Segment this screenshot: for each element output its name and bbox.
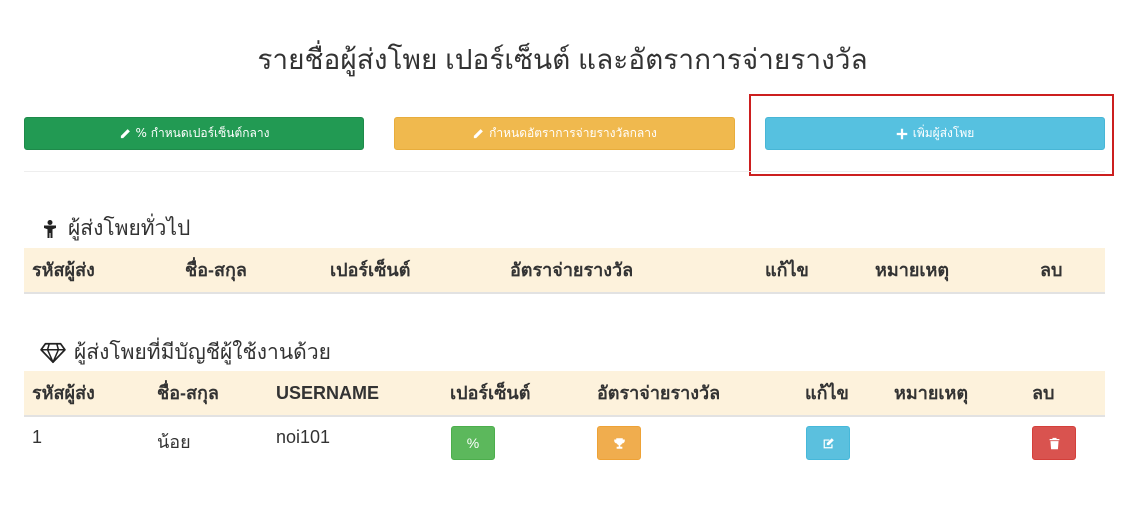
set-central-payout-rate-button[interactable]: กำหนดอัตราการจ่ายรางวัลกลาง xyxy=(394,117,735,150)
trash-icon xyxy=(1049,437,1059,449)
edit-icon xyxy=(823,437,834,448)
section-title-account-label: ผู้ส่งโพยที่มีบัญชีผู้ใช้งานด้วย xyxy=(74,341,331,364)
row-payout-rate-button[interactable] xyxy=(597,426,641,460)
cell-sender-id: 1 xyxy=(32,427,43,447)
row-percent-button[interactable]: % xyxy=(451,426,495,460)
column-header-full-name: ชื่อ-สกุล xyxy=(185,260,247,280)
person-icon xyxy=(44,219,56,238)
row-percent-label: % xyxy=(466,435,480,451)
column-header-sender-id: รหัสผู้ส่ง xyxy=(32,260,95,280)
row-delete-button[interactable] xyxy=(1032,426,1076,460)
row-edit-button[interactable] xyxy=(806,426,850,460)
column-header-note: หมายเหตุ xyxy=(875,260,950,280)
plus-icon xyxy=(896,128,907,139)
column-header-username: USERNAME xyxy=(276,383,380,403)
divider xyxy=(24,171,1105,172)
set-central-percent-button[interactable]: % กำหนดเปอร์เซ็นต์กลาง xyxy=(24,117,364,150)
table-header-account: รหัสผู้ส่ง ชื่อ-สกุล USERNAME เปอร์เซ็นต… xyxy=(24,371,1105,417)
table-row: 1 น้อย noi101 % xyxy=(24,417,1105,469)
column-header-delete: ลบ xyxy=(1032,383,1055,403)
add-sender-button[interactable]: เพิ่มผู้ส่งโพย xyxy=(765,117,1105,150)
diamond-icon xyxy=(40,342,66,363)
pencil-icon xyxy=(120,128,130,138)
column-header-edit: แก้ไข xyxy=(805,383,849,403)
trophy-icon xyxy=(613,437,625,449)
add-sender-label: เพิ่มผู้ส่งโพย xyxy=(912,126,975,140)
column-header-payout-rate: อัตราจ่ายรางวัล xyxy=(510,260,634,280)
column-header-percent: เปอร์เซ็นต์ xyxy=(330,260,411,280)
column-header-percent: เปอร์เซ็นต์ xyxy=(450,383,531,403)
cell-full-name: น้อย xyxy=(157,432,191,452)
section-title-general-label: ผู้ส่งโพยทั่วไป xyxy=(68,217,191,240)
pencil-icon xyxy=(474,128,484,138)
page-title: รายชื่อผู้ส่งโพย เปอร์เซ็นต์ และอัตราการ… xyxy=(257,44,868,75)
cell-username: noi101 xyxy=(276,427,331,447)
column-header-payout-rate: อัตราจ่ายรางวัล xyxy=(597,383,721,403)
set-central-percent-label: % กำหนดเปอร์เซ็นต์กลาง xyxy=(135,126,270,140)
table-header-general: รหัสผู้ส่ง ชื่อ-สกุล เปอร์เซ็นต์ อัตราจ่… xyxy=(24,248,1105,294)
column-header-note: หมายเหตุ xyxy=(894,383,969,403)
column-header-full-name: ชื่อ-สกุล xyxy=(157,383,219,403)
section-title-account: ผู้ส่งโพยที่มีบัญชีผู้ใช้งานด้วย xyxy=(40,336,331,369)
section-title-general: ผู้ส่งโพยทั่วไป xyxy=(40,212,190,245)
column-header-edit: แก้ไข xyxy=(765,260,809,280)
column-header-sender-id: รหัสผู้ส่ง xyxy=(32,383,95,403)
column-header-delete: ลบ xyxy=(1040,260,1063,280)
set-central-payout-rate-label: กำหนดอัตราการจ่ายรางวัลกลาง xyxy=(489,126,657,140)
